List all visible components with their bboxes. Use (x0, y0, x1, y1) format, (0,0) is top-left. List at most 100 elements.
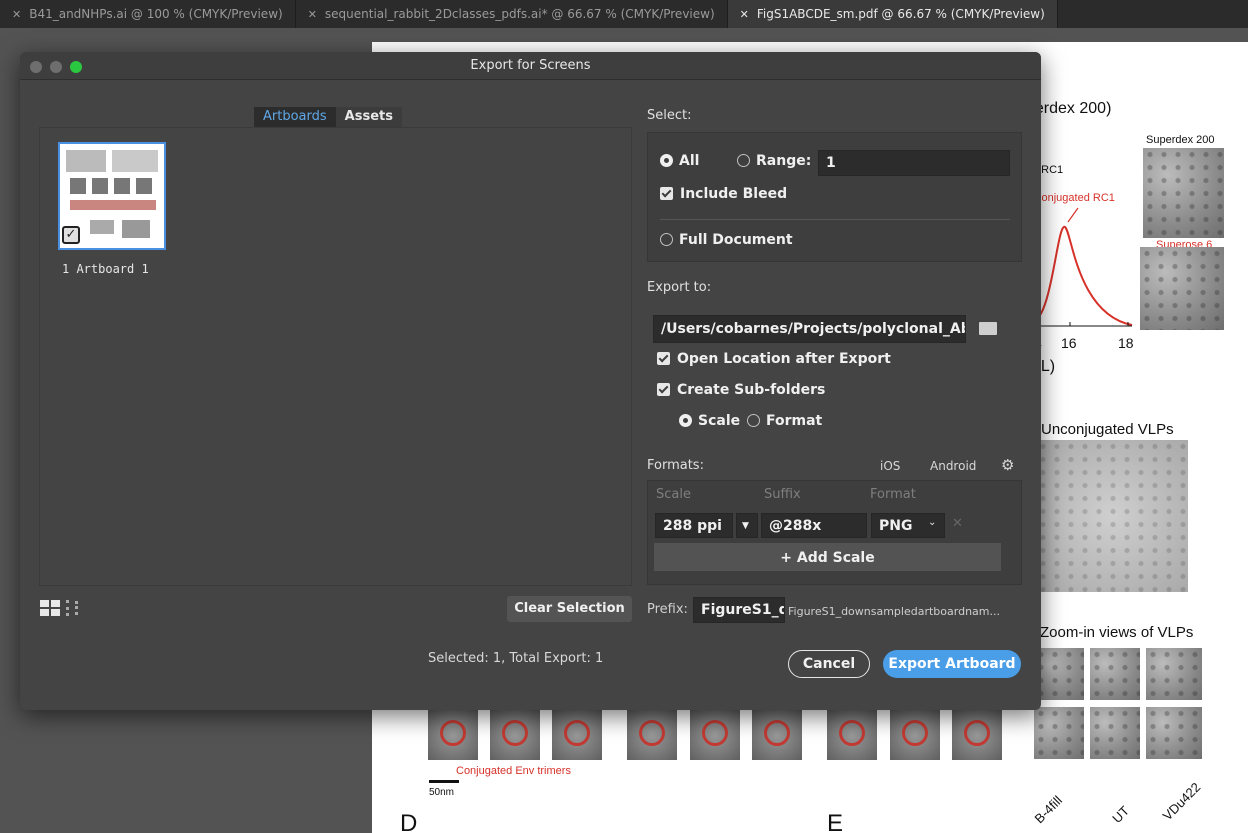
em-zoom-6 (1146, 707, 1202, 759)
add-scale-button[interactable]: + Add Scale (654, 543, 1001, 571)
column-format: Format (870, 487, 916, 502)
dialog-titlebar[interactable]: Export for Screens (20, 52, 1041, 80)
axis-tick-18: 18 (1118, 335, 1134, 351)
zoom-vlps-label: Zoom-in views of VLPs (1040, 624, 1194, 641)
artboard-thumbnail[interactable]: ✓ (58, 142, 166, 250)
unconjugated-vlps-label: Unconjugated VLPs (1041, 421, 1174, 438)
panel-e-label: E (827, 810, 844, 833)
close-tab-icon[interactable]: ✕ (308, 8, 317, 21)
export-status: Selected: 1, Total Export: 1 (428, 651, 604, 666)
conjugated-env-label: Conjugated Env trimers (456, 765, 571, 777)
close-tab-icon[interactable]: ✕ (740, 8, 749, 21)
artboards-assets-switch: Artboards Assets (254, 107, 402, 127)
full-document-label: Full Document (679, 232, 793, 248)
tab-artboards[interactable]: Artboards (254, 107, 336, 127)
format-radio[interactable]: Format (747, 413, 822, 429)
include-bleed-label: Include Bleed (680, 186, 788, 202)
list-view-icon[interactable] (66, 600, 86, 616)
panel-d-label: D (400, 810, 418, 833)
em-zoom-1 (1034, 648, 1084, 700)
range-label: Range: (756, 153, 812, 169)
export-to-heading: Export to: (647, 280, 712, 295)
tab-label: B41_andNHPs.ai @ 100 % (CMYK/Preview) (29, 7, 283, 21)
scale-bar (429, 780, 459, 783)
full-document-radio[interactable]: Full Document (660, 232, 793, 248)
radio-icon (660, 233, 673, 246)
checkbox-checked-icon (657, 383, 670, 396)
rotated-label-2: UT (1109, 803, 1133, 826)
radio-icon (737, 154, 750, 167)
axis-tick-16: 16 (1061, 335, 1077, 351)
em-conj-3 (552, 710, 602, 760)
em-conj-5 (690, 710, 740, 760)
em-conj-1 (428, 710, 478, 760)
formats-panel: Scale Suffix Format 288 ppi ▼ @288x PNG … (647, 480, 1022, 585)
chromatogram-curve (1032, 207, 1133, 327)
em-image-vlps (1036, 440, 1188, 592)
chevron-down-icon[interactable]: ⌄ (928, 517, 936, 528)
em-conj-6 (752, 710, 802, 760)
document-tab-sequential[interactable]: ✕ sequential_rabbit_2Dclasses_pdfs.ai* @ … (296, 0, 728, 28)
ios-preset[interactable]: iOS (880, 459, 900, 473)
all-radio[interactable]: All (660, 153, 699, 169)
column-scale: Scale (656, 487, 691, 502)
remove-scale-icon[interactable]: ✕ (952, 516, 963, 531)
radio-selected-icon (660, 154, 673, 167)
tab-assets[interactable]: Assets (335, 107, 402, 127)
radio-selected-icon (679, 414, 692, 427)
em-image-superose (1140, 247, 1224, 330)
open-location-checkbox[interactable]: Open Location after Export (657, 351, 891, 367)
rotated-label-1: B-4fill (1031, 792, 1066, 827)
superdex-label: Superdex 200 (1146, 134, 1215, 146)
prefix-preview: FigureS1_downsampledartboardnam... (788, 605, 1000, 618)
gear-icon[interactable]: ⚙ (1001, 456, 1014, 474)
scale-select[interactable]: 288 ppi (655, 513, 733, 538)
em-conj-2 (490, 710, 540, 760)
formats-heading: Formats: (647, 458, 704, 473)
em-conj-4 (627, 710, 677, 760)
create-subfolders-checkbox[interactable]: Create Sub-folders (657, 382, 825, 398)
checkbox-checked-icon (660, 187, 673, 200)
export-for-screens-dialog: Export for Screens Artboards Assets ✓ 1 … (20, 52, 1041, 710)
scale-bar-label: 50nm (429, 787, 455, 798)
prefix-label: Prefix: (647, 602, 688, 617)
tab-label: FigS1ABCDE_sm.pdf @ 66.67 % (CMYK/Previe… (756, 7, 1045, 21)
em-zoom-4 (1034, 707, 1084, 759)
export-path-field[interactable]: /Users/cobarnes/Projects/polyclonal_Ab/ (653, 315, 966, 343)
export-artboard-button[interactable]: Export Artboard (883, 650, 1021, 678)
tab-label: sequential_rabbit_2Dclasses_pdfs.ai* @ 6… (324, 7, 715, 21)
em-image-superdex (1143, 148, 1224, 238)
em-zoom-2 (1090, 648, 1140, 700)
em-zoom-5 (1090, 707, 1140, 759)
android-preset[interactable]: Android (930, 459, 976, 473)
em-conj-7 (827, 710, 877, 760)
artboard-checkbox[interactable]: ✓ (62, 226, 80, 244)
document-tab-b41[interactable]: ✕ B41_andNHPs.ai @ 100 % (CMYK/Preview) (0, 0, 296, 28)
select-panel: All Range: 1 Include Bleed Full Document (647, 132, 1022, 262)
divider (660, 219, 1010, 220)
document-tab-figs1[interactable]: ✕ FigS1ABCDE_sm.pdf @ 66.67 % (CMYK/Previ… (727, 0, 1058, 28)
cancel-button[interactable]: Cancel (788, 650, 870, 678)
scale-dropdown-arrow-icon[interactable]: ▼ (736, 513, 758, 538)
document-tab-bar: ✕ B41_andNHPs.ai @ 100 % (CMYK/Preview) ✕… (0, 0, 1248, 28)
suffix-input[interactable]: @288x (761, 513, 867, 538)
scale-option-label: Scale (698, 413, 741, 429)
scale-radio[interactable]: Scale (679, 413, 740, 429)
rotated-label-3: VDu422 (1159, 779, 1204, 824)
range-input[interactable]: 1 (818, 150, 1010, 176)
prefix-input[interactable]: FigureS1_d (693, 597, 785, 623)
include-bleed-checkbox[interactable]: Include Bleed (660, 186, 787, 202)
range-radio[interactable]: Range: (737, 153, 811, 169)
clear-selection-button[interactable]: Clear Selection (507, 596, 632, 622)
dialog-title: Export for Screens (470, 58, 591, 73)
folder-icon[interactable] (979, 322, 997, 335)
format-option-label: Format (766, 413, 823, 429)
close-tab-icon[interactable]: ✕ (12, 8, 21, 21)
em-conj-8 (890, 710, 940, 760)
em-conj-9 (952, 710, 1002, 760)
all-label: All (679, 153, 700, 169)
radio-icon (747, 414, 760, 427)
checkbox-checked-icon (657, 352, 670, 365)
select-heading: Select: (647, 108, 692, 123)
grid-view-icon[interactable] (40, 600, 60, 616)
